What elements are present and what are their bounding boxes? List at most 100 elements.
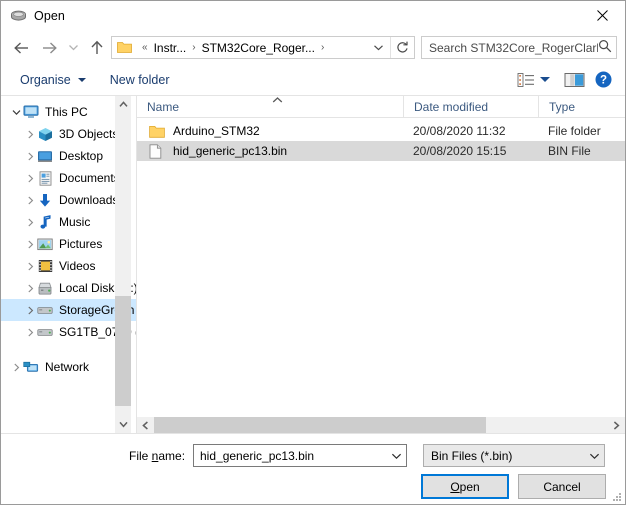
file-name-cell: Arduino_STM32 — [137, 123, 403, 139]
caret-down-icon[interactable] — [540, 77, 550, 82]
3d-objects-icon — [37, 126, 53, 142]
column-label: Name — [147, 100, 179, 114]
filetype-combobox[interactable]: Bin Files (*.bin) — [423, 444, 605, 467]
scroll-right-button[interactable] — [608, 417, 625, 434]
chevron-down-icon[interactable] — [386, 445, 406, 466]
sidebar-item-label: Music — [59, 215, 90, 229]
filetype-value: Bin Files (*.bin) — [424, 449, 584, 463]
file-date-cell: 20/08/2020 11:32 — [403, 124, 538, 138]
address-dropdown-button[interactable] — [366, 37, 390, 58]
column-header-name[interactable]: Name — [137, 96, 403, 118]
address-bar[interactable]: « Instr... › STM32Core_Roger... › — [111, 36, 415, 59]
table-row[interactable]: hid_generic_pc13.bin 20/08/2020 15:15 BI… — [137, 141, 625, 161]
recent-locations-button[interactable] — [63, 35, 83, 61]
up-button[interactable] — [83, 35, 111, 61]
open-file-dialog: Open — [0, 0, 626, 505]
videos-icon — [37, 258, 53, 274]
chevron-right-icon[interactable] — [23, 284, 37, 293]
back-button[interactable] — [7, 35, 35, 61]
title-bar: Open — [1, 1, 625, 31]
sidebar-item-label: 3D Objects — [59, 127, 118, 141]
network-icon — [23, 359, 39, 375]
downloads-icon — [37, 192, 53, 208]
filename-label: File name: — [129, 449, 185, 463]
forward-button[interactable] — [35, 35, 63, 61]
scrollbar-track[interactable] — [154, 417, 608, 434]
pictures-icon — [37, 236, 53, 252]
chevron-right-icon[interactable] — [23, 196, 37, 205]
organise-button[interactable]: Organise — [15, 68, 91, 92]
drive-icon — [37, 302, 53, 318]
new-folder-button[interactable]: New folder — [105, 68, 175, 92]
dialog-footer: File name: Bin Files (*.bin) Open Cancel — [1, 433, 625, 504]
sidebar-item-label: This PC — [45, 105, 88, 119]
chevron-right-icon[interactable] — [23, 328, 37, 337]
chevron-down-icon[interactable] — [9, 108, 23, 117]
help-button[interactable]: ? — [590, 68, 616, 92]
refresh-button[interactable] — [390, 37, 414, 58]
desktop-icon — [37, 148, 53, 164]
search-icon — [598, 39, 612, 56]
chevron-right-icon[interactable] — [23, 306, 37, 315]
new-folder-label: New folder — [110, 73, 170, 87]
chevron-down-icon[interactable] — [584, 445, 604, 466]
chevron-right-icon[interactable] — [23, 262, 37, 271]
scroll-down-button[interactable] — [115, 416, 131, 433]
sort-ascending-icon — [272, 96, 283, 105]
folder-icon — [149, 123, 165, 139]
search-box[interactable] — [421, 36, 617, 59]
navigation-bar: « Instr... › STM32Core_Roger... › — [1, 31, 625, 64]
chevron-right-icon[interactable] — [23, 240, 37, 249]
cancel-label: Cancel — [543, 480, 580, 494]
disk-icon — [10, 8, 27, 24]
file-date-cell: 20/08/2020 15:15 — [403, 144, 538, 158]
folder-icon — [117, 40, 132, 56]
file-type-cell: BIN File — [538, 144, 625, 158]
sidebar-item-label: Desktop — [59, 149, 103, 163]
chevron-right-icon[interactable] — [23, 152, 37, 161]
file-name: Arduino_STM32 — [173, 124, 260, 138]
chevron-right-icon[interactable] — [23, 218, 37, 227]
dialog-buttons: Open Cancel — [1, 474, 625, 500]
sidebar-vertical-scrollbar[interactable] — [115, 96, 131, 433]
music-icon — [37, 214, 53, 230]
view-layout-button[interactable] — [513, 68, 539, 92]
scrollbar-thumb[interactable] — [115, 296, 131, 406]
command-bar: Organise New folder — [1, 64, 625, 96]
navigation-pane: This PC 3D Objects — [1, 96, 137, 433]
breadcrumb-separator-1[interactable]: › — [316, 42, 329, 53]
breadcrumb-item-1[interactable]: STM32Core_Roger... — [201, 41, 316, 55]
scroll-up-button[interactable] — [115, 96, 131, 113]
sidebar-item-label: Documents — [59, 171, 120, 185]
open-button[interactable]: Open — [421, 474, 509, 499]
file-list-pane: Name Date modified Type — [137, 96, 625, 433]
search-input[interactable] — [429, 41, 598, 55]
chevron-right-icon[interactable] — [9, 363, 23, 372]
file-icon — [149, 143, 165, 159]
breadcrumb-item-0[interactable]: Instr... — [153, 41, 188, 55]
file-list[interactable]: Arduino_STM32 20/08/2020 11:32 File fold… — [137, 118, 625, 416]
resize-grip-icon[interactable] — [610, 490, 622, 502]
column-header-row: Name Date modified Type — [137, 96, 625, 118]
file-list-horizontal-scrollbar[interactable] — [137, 416, 625, 433]
this-pc-icon — [23, 104, 39, 120]
close-button[interactable] — [580, 1, 625, 30]
chevron-right-icon[interactable] — [23, 174, 37, 183]
table-row[interactable]: Arduino_STM32 20/08/2020 11:32 File fold… — [137, 121, 625, 141]
filename-input[interactable] — [194, 449, 386, 463]
breadcrumb-separator-0[interactable]: › — [187, 42, 200, 53]
organise-label: Organise — [20, 73, 71, 87]
column-header-date-modified[interactable]: Date modified — [403, 96, 538, 118]
drive-icon — [37, 324, 53, 340]
chevron-right-icon[interactable] — [23, 130, 37, 139]
sidebar-item-label: Network — [45, 360, 89, 374]
breadcrumb-overflow[interactable]: « — [137, 42, 153, 53]
scroll-left-button[interactable] — [137, 417, 154, 434]
preview-pane-button[interactable] — [562, 68, 588, 92]
scrollbar-thumb[interactable] — [154, 417, 486, 434]
cancel-button[interactable]: Cancel — [518, 474, 606, 499]
local-disk-icon — [37, 280, 53, 296]
column-header-type[interactable]: Type — [538, 96, 625, 118]
column-label: Type — [549, 100, 575, 114]
filename-combobox[interactable] — [193, 444, 407, 467]
